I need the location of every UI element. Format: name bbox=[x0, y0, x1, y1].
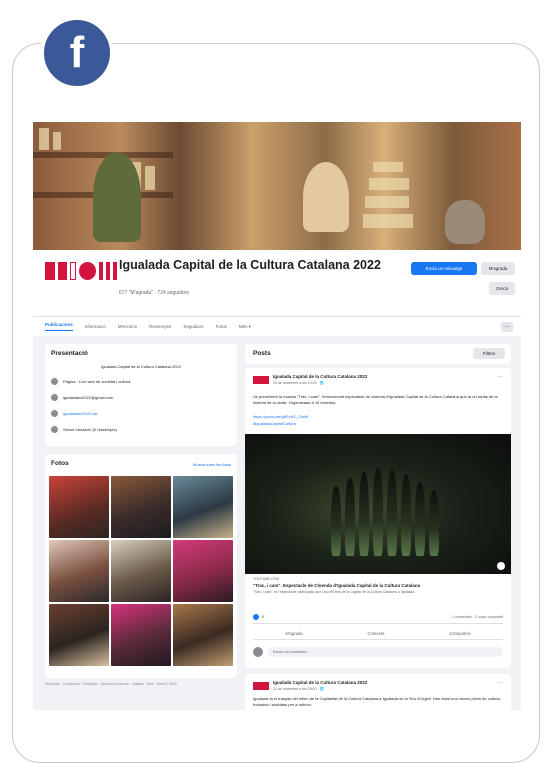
presentation-description: Igualada Capital de la Cultura Catalana … bbox=[101, 364, 181, 369]
photo-thumbnail[interactable] bbox=[173, 476, 233, 538]
tab-informacio[interactable]: Informació bbox=[85, 324, 106, 329]
presentation-title: Presentació bbox=[51, 350, 88, 357]
photo-thumbnail[interactable] bbox=[173, 604, 233, 666]
tab-ressenyes[interactable]: Ressenyes bbox=[149, 324, 171, 329]
post-hashtag[interactable]: #IgualadaCapitalCultura bbox=[253, 421, 296, 426]
like-reaction-icon bbox=[253, 614, 259, 620]
video-dancer bbox=[387, 470, 397, 556]
post-date[interactable]: 22 de novembre a les 18:00 · 🌐 bbox=[273, 687, 324, 691]
user-avatar bbox=[253, 647, 263, 657]
post-text: Us presentem la música "Trac, i cam", l'… bbox=[253, 394, 498, 405]
facebook-page-screenshot: Igualada Capital de la Cultura Catalana … bbox=[33, 122, 521, 710]
info-row-category: Pàgina · Lloc web de societat i cultura bbox=[51, 378, 231, 385]
mail-icon bbox=[51, 394, 58, 401]
cover-book bbox=[145, 166, 155, 190]
post-stats: 6 1 comentari · 2 cops compartit bbox=[253, 614, 503, 624]
page-followers: 677 "M'agrada" · 724 seguidors bbox=[119, 290, 189, 296]
cover-photo bbox=[33, 122, 521, 250]
page-footer: Privacitat · Condicions · Publicitat · O… bbox=[45, 682, 177, 686]
video-control-icon[interactable] bbox=[497, 562, 505, 570]
photo-thumbnail[interactable] bbox=[49, 476, 109, 538]
video-dancer bbox=[415, 482, 425, 556]
photo-thumbnail[interactable] bbox=[111, 476, 171, 538]
facebook-logo-icon: f bbox=[40, 16, 114, 90]
globe-icon bbox=[51, 410, 58, 417]
post-card: Igualada Capital de la Cultura Catalana … bbox=[245, 368, 511, 668]
post-video[interactable] bbox=[245, 434, 511, 574]
star-icon bbox=[51, 426, 58, 433]
cover-shelf bbox=[33, 152, 173, 158]
video-dancer bbox=[359, 472, 369, 556]
comment-input[interactable]: Escriu un comentari... bbox=[267, 647, 503, 657]
photo-grid bbox=[49, 476, 233, 666]
reaction-count[interactable]: 6 bbox=[262, 615, 264, 619]
post-text: Igualada fa el traspàs del relleu de la … bbox=[253, 696, 501, 707]
comment-composer: Escriu un comentari... bbox=[253, 646, 503, 658]
tab-seguidors[interactable]: Seguidors bbox=[183, 324, 203, 329]
info-row-email: igualadacc2022@gmail.com bbox=[51, 394, 231, 401]
post-author-avatar[interactable] bbox=[253, 682, 269, 690]
link-description: "Trac, i cam" és l'espectacle participat… bbox=[253, 590, 416, 594]
presentation-panel: Presentació Igualada Capital de la Cultu… bbox=[45, 344, 237, 446]
video-dancer bbox=[331, 486, 341, 556]
cover-cat bbox=[445, 200, 485, 244]
tab-mes[interactable]: Més ▾ bbox=[239, 324, 251, 330]
photos-panel: Fotos Mostra totes les fotos bbox=[45, 454, 237, 678]
cover-reader-figure bbox=[93, 152, 141, 242]
post-menu-icon[interactable]: ··· bbox=[497, 680, 503, 686]
photo-thumbnail[interactable] bbox=[49, 540, 109, 602]
post-link[interactable]: https://youtu.be/g6PvfLC_DwM bbox=[253, 414, 308, 419]
tab-publicacions[interactable]: Publicacions bbox=[45, 322, 73, 331]
posts-title: Posts bbox=[253, 350, 271, 357]
post-share-button[interactable]: Comparteix bbox=[449, 631, 470, 636]
cover-book bbox=[53, 132, 61, 150]
tab-fotos[interactable]: Fotos bbox=[216, 324, 227, 329]
page-header: Igualada Capital de la Cultura Catalana … bbox=[33, 250, 521, 316]
post-author[interactable]: Igualada Capital de la Cultura Catalana … bbox=[273, 680, 367, 685]
post-actions: M'agrada Comenta Comparteix bbox=[253, 628, 503, 640]
post-menu-icon[interactable]: ··· bbox=[497, 374, 503, 380]
post-author[interactable]: Igualada Capital de la Cultura Catalana … bbox=[273, 374, 367, 379]
video-dancer bbox=[373, 468, 383, 556]
video-dancer bbox=[429, 490, 439, 556]
post-author-avatar[interactable] bbox=[253, 376, 269, 384]
filters-button[interactable]: Filtres bbox=[473, 348, 505, 359]
video-dancer bbox=[401, 474, 411, 556]
photo-thumbnail[interactable] bbox=[111, 604, 171, 666]
link-preview[interactable]: YOUTUBE.COM "Trac, i cam". Espectacle de… bbox=[253, 577, 503, 594]
link-title[interactable]: "Trac, i cam". Espectacle de Cloenda d'I… bbox=[253, 583, 503, 588]
cover-book bbox=[363, 214, 413, 228]
photo-thumbnail[interactable] bbox=[49, 604, 109, 666]
see-all-photos-link[interactable]: Mostra totes les fotos bbox=[193, 462, 231, 467]
like-button[interactable]: M'agrada bbox=[481, 262, 515, 275]
page-tabs: Publicacions Informació Mencions Resseny… bbox=[33, 316, 521, 336]
page-logo bbox=[45, 258, 118, 284]
message-button[interactable]: Envia un missatge bbox=[411, 262, 477, 275]
posts-header: Posts Filtres bbox=[245, 344, 511, 364]
cover-book bbox=[365, 196, 409, 208]
facebook-letter: f bbox=[69, 28, 85, 77]
info-row-website[interactable]: igualadacc2022.cat bbox=[51, 410, 231, 417]
page-title: Igualada Capital de la Cultura Catalana … bbox=[119, 258, 381, 272]
cover-book bbox=[369, 178, 409, 190]
more-options-button[interactable]: ··· bbox=[501, 322, 513, 332]
comment-share-count[interactable]: 1 comentari · 2 cops compartit bbox=[452, 615, 503, 619]
photo-thumbnail[interactable] bbox=[173, 540, 233, 602]
cover-woman-figure bbox=[303, 162, 349, 232]
video-dancer bbox=[345, 478, 355, 556]
search-button[interactable]: Cerca bbox=[489, 282, 515, 295]
tab-mencions[interactable]: Mencions bbox=[118, 324, 137, 329]
post-card: Igualada Capital de la Cultura Catalana … bbox=[245, 674, 511, 710]
info-row-rating: Sense valoració (0 ressenyes) bbox=[51, 426, 231, 433]
post-date[interactable]: 25 de novembre a les 10:23 · 🌐 bbox=[273, 381, 324, 385]
post-comment-button[interactable]: Comenta bbox=[367, 631, 384, 636]
photo-thumbnail[interactable] bbox=[111, 540, 171, 602]
post-like-button[interactable]: M'agrada bbox=[285, 631, 302, 636]
cover-book bbox=[39, 128, 49, 150]
info-icon bbox=[51, 378, 58, 385]
cover-book bbox=[373, 162, 403, 172]
link-source: YOUTUBE.COM bbox=[253, 577, 280, 581]
